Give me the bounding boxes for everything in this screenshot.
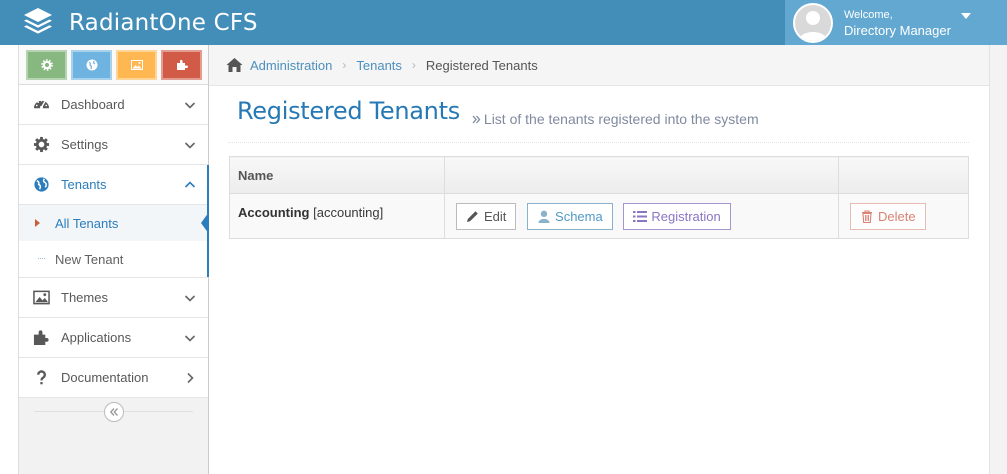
tree-line [38, 258, 45, 259]
sidebar-subitem-new-tenant[interactable]: New Tenant [19, 241, 208, 277]
sidebar-item-label: Settings [61, 137, 108, 152]
sidebar-item-label: Tenants [61, 177, 107, 192]
edit-button[interactable]: Edit [456, 202, 517, 230]
sidebar-item-applications[interactable]: Applications [19, 318, 208, 358]
globe-icon [86, 59, 97, 70]
shortcut-themes-button[interactable] [116, 49, 157, 80]
dashboard-icon [32, 96, 50, 114]
table-row: Accounting [accounting] Edit Schema Regi… [229, 193, 969, 239]
registration-button[interactable]: Registration [623, 202, 731, 230]
breadcrumb-separator-icon: › [411, 58, 416, 72]
delete-button-label: Delete [878, 208, 916, 224]
gear-icon [40, 58, 53, 71]
picture-icon [130, 59, 143, 70]
registration-button-label: Registration [651, 208, 721, 224]
gear-icon [32, 136, 50, 154]
page-title: Registered Tenants [237, 97, 460, 125]
sidebar-item-tenants[interactable]: Tenants [19, 165, 209, 205]
double-chevron-left-icon [109, 408, 118, 416]
globe-icon [32, 176, 50, 194]
schema-button[interactable]: Schema [527, 202, 613, 230]
scrollbar[interactable] [989, 45, 1007, 474]
brand[interactable]: RadiantOne CFS [22, 0, 258, 45]
avatar [793, 2, 833, 43]
sidebar-collapse-row [19, 400, 208, 422]
question-icon [32, 369, 50, 387]
user-menu[interactable]: Welcome, Directory Manager [785, 0, 1007, 45]
tenant-name-cell: Accounting [accounting] [229, 193, 445, 239]
home-icon[interactable] [226, 57, 243, 73]
sidebar-item-label: Documentation [61, 370, 149, 385]
breadcrumb: Administration › Tenants › Registered Te… [209, 45, 989, 86]
sidebar-subitem-label: New Tenant [55, 251, 124, 267]
edit-button-label: Edit [484, 208, 507, 224]
breadcrumb-separator-icon: › [342, 58, 347, 72]
chevron-right-icon [184, 372, 196, 387]
tenants-table: Name Accounting [accounting] Edit Schema [229, 156, 969, 239]
breadcrumb-tenants-link[interactable]: Tenants [356, 58, 402, 73]
table-header-row: Name [229, 156, 969, 194]
navbar: RadiantOne CFS Welcome, Directory Manage… [0, 0, 1007, 45]
trash-icon [862, 209, 872, 223]
sidebar-item-label: Applications [61, 330, 132, 345]
tenant-name: Accounting [238, 205, 310, 220]
breadcrumb-administration-link[interactable]: Administration [250, 58, 332, 73]
shortcut-settings-button[interactable] [26, 49, 67, 80]
sidebar-subitem-all-tenants[interactable]: All Tenants [19, 205, 209, 241]
pencil-icon [467, 210, 478, 222]
sidebar-item-label: Dashboard [61, 97, 125, 112]
chevron-down-icon [184, 139, 196, 154]
caret-down-icon [960, 12, 971, 19]
sidebar-item-dashboard[interactable]: Dashboard [19, 85, 208, 125]
puzzle-icon [32, 329, 50, 347]
sidebar-item-themes[interactable]: Themes [19, 278, 208, 318]
sidebar-item-settings[interactable]: Settings [19, 125, 208, 165]
tenant-id: [accounting] [313, 205, 384, 220]
chevron-down-icon [184, 292, 196, 307]
chevron-down-icon [184, 99, 196, 114]
user-name: Directory Manager [844, 22, 951, 38]
tenant-delete-cell: Delete [838, 193, 969, 239]
sidebar-collapse-button[interactable] [104, 402, 124, 422]
user-icon [538, 210, 550, 223]
brand-name: RadiantOne CFS [69, 9, 258, 36]
puzzle-icon [176, 59, 188, 70]
sidebar-item-label: Themes [61, 290, 108, 305]
double-chevron-right-icon [472, 115, 481, 123]
column-header-name: Name [229, 156, 445, 194]
tenants-submenu: All Tenants New Tenant [19, 205, 209, 278]
chevron-up-icon [184, 179, 196, 194]
breadcrumb-current: Registered Tenants [425, 57, 538, 73]
page-header: Registered Tenants List of the tenants r… [228, 97, 969, 143]
welcome-text: Welcome, [844, 8, 893, 21]
column-header-actions [444, 156, 839, 194]
caret-right-icon [35, 219, 40, 227]
delete-button[interactable]: Delete [850, 202, 926, 230]
sidebar: Dashboard Settings Tenants All Tenants N… [18, 45, 209, 474]
sidebar-subitem-label: All Tenants [55, 215, 119, 231]
layers-logo-icon [22, 5, 54, 40]
sidebar-item-documentation[interactable]: Documentation [19, 358, 208, 398]
list-icon [633, 210, 648, 222]
shortcut-applications-button[interactable] [161, 49, 202, 80]
shortcut-tenants-button[interactable] [71, 49, 112, 80]
tenant-actions-cell: Edit Schema Registration [444, 193, 839, 239]
chevron-down-icon [184, 332, 196, 347]
picture-icon [32, 289, 50, 307]
column-header-delete [838, 156, 969, 194]
shortcuts-bar [19, 45, 208, 85]
schema-button-label: Schema [555, 208, 603, 224]
page-subtitle: List of the tenants registered into the … [483, 111, 759, 127]
